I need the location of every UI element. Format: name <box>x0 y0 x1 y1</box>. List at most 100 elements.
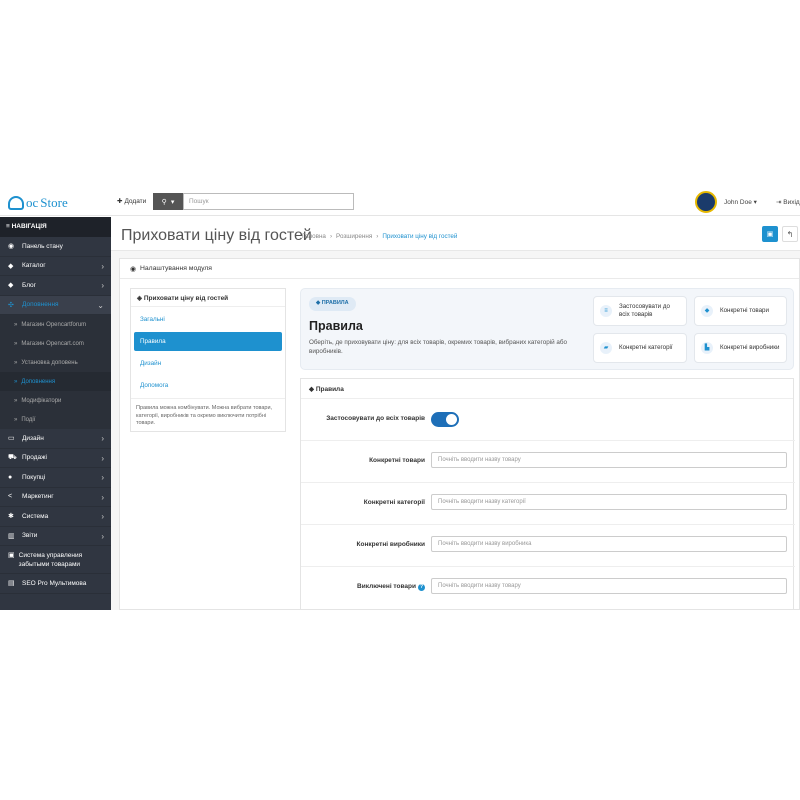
search-input[interactable]: Пошук <box>183 193 354 210</box>
back-button[interactable]: ↰ <box>782 226 798 242</box>
folder-icon: ▰ <box>600 342 612 354</box>
sidebar-item-forgotten-products[interactable]: ▣ Система управления забытыми товарами <box>0 546 111 574</box>
tag-icon: ◆ <box>8 282 14 290</box>
bar-chart-icon: ▥ <box>8 532 15 540</box>
page-title: Приховати ціну від гостей <box>121 227 312 244</box>
chevron-down-icon: ⌄ <box>97 300 104 310</box>
sidebar-item-extensions[interactable]: ✣ Доповнення ⌄ <box>0 295 111 315</box>
list-icon: ≡ <box>600 305 612 317</box>
sidebar-subitem-events[interactable]: » Події <box>0 410 111 429</box>
specific-categories-input[interactable]: Почніть вводити назву категорії <box>431 494 787 510</box>
breadcrumb-home[interactable]: Головна <box>302 233 326 240</box>
lock-icon: ▣ <box>8 552 15 559</box>
add-button[interactable]: ✚ Додати <box>117 197 147 206</box>
sidebar-item-customers[interactable]: ● Покупці › <box>0 468 111 488</box>
logout-link[interactable]: ⇥ Вихід <box>776 198 800 206</box>
nav-title: ≡ НАВІГАЦІЯ <box>0 217 111 237</box>
logout-label: Вихід <box>783 199 800 206</box>
plus-icon: ✚ <box>117 198 123 205</box>
chevron-right-icon: › <box>101 492 104 502</box>
tab-help[interactable]: Допомога <box>134 376 282 395</box>
breadcrumb: Головна › Розширення › Приховати ціну ві… <box>302 233 458 240</box>
chevron-right-icon: › <box>101 453 104 463</box>
eye-icon: ◉ <box>130 265 136 273</box>
factory-icon: ▙ <box>701 342 713 354</box>
rules-hero: ◆ ПРАВИЛА Правила Оберіть, де приховуват… <box>300 288 794 370</box>
excluded-products-input[interactable]: Почніть вводити назву товару <box>431 578 787 594</box>
cog-icon: ✱ <box>8 513 14 521</box>
tag-icon: ◆ <box>8 262 14 270</box>
rules-note: Правила можна комбінувати. Можна вибрати… <box>131 398 285 434</box>
specific-manufacturers-input[interactable]: Почніть вводити назву виробника <box>431 536 787 552</box>
apply-all-toggle[interactable] <box>431 412 459 427</box>
breadcrumb-extensions[interactable]: Розширення <box>336 233 372 240</box>
search-type-dropdown[interactable]: ⚲ ▾ <box>153 193 183 210</box>
sidebar-item-reports[interactable]: ▥ Звіти › <box>0 527 111 546</box>
sidebar-item-sales[interactable]: ⛟ Продажі › <box>0 449 111 468</box>
file-icon: ▤ <box>8 580 15 588</box>
apply-all-label: Застосовувати до всіх товарів <box>326 415 425 422</box>
chevron-right-icon: › <box>101 531 104 541</box>
cart-logo-icon <box>8 196 24 210</box>
sidebar: ≡ НАВІГАЦІЯ ◉ Панель стану ◆ Каталог › ◆ Бло… <box>0 217 111 610</box>
eye-slash-icon: ◈ <box>137 295 142 302</box>
chevron-right-icon: › <box>101 473 104 482</box>
sidebar-subitem-opencartforum[interactable]: » Магазин Opencartforum <box>0 315 111 334</box>
sidebar-subitem-opencart-com[interactable]: » Магазин Opencart.com <box>0 334 111 353</box>
row-excluded-products: Виключені товари? Почніть вводити назву … <box>301 567 795 609</box>
module-tabs: ◈ Приховати ціну від гостей Загальні Пра… <box>130 288 286 432</box>
puzzle-icon: ✣ <box>8 301 14 309</box>
sidebar-subitem-modifications[interactable]: » Модифікатори <box>0 391 111 410</box>
logo-store-text: Store <box>40 195 68 210</box>
card-specific-categories[interactable]: ▰ Конкретні категорії <box>593 333 687 363</box>
sidebar-item-dashboard[interactable]: ◉ Панель стану <box>0 237 111 257</box>
sidebar-item-seo-pro[interactable]: ▤ SEO Pro Мультимова <box>0 574 111 594</box>
card-specific-products[interactable]: ◆ Конкретні товари <box>694 296 787 326</box>
rules-badge: ◆ ПРАВИЛА <box>309 297 356 311</box>
cube-icon: ◆ <box>309 386 314 393</box>
user-icon: ● <box>8 473 13 481</box>
top-header: oc Store ✚ Додати ⚲ ▾ Пошук John Doe ▾ ⇥… <box>0 188 800 216</box>
help-icon[interactable]: ? <box>418 584 425 591</box>
app-window: oc Store ✚ Додати ⚲ ▾ Пошук John Doe ▾ ⇥… <box>0 188 800 610</box>
user-menu[interactable]: John Doe ▾ <box>724 198 757 206</box>
hero-description: Оберіть, де приховувати ціну: для всіх т… <box>309 339 567 355</box>
row-specific-products: Конкретні товари Почніть вводити назву т… <box>301 441 795 483</box>
panel-heading: ◉ Налаштування модуля <box>120 259 799 279</box>
chevron-right-icon: › <box>101 261 104 271</box>
sidebar-subitem-installer[interactable]: » Установка доповень <box>0 353 111 372</box>
tab-rules[interactable]: Правила <box>134 332 282 351</box>
caret-down-icon: ▾ <box>170 198 175 206</box>
reply-icon: ↰ <box>786 229 794 239</box>
specific-categories-label: Конкретні категорії <box>363 499 425 506</box>
cube-icon: ◆ <box>316 300 321 306</box>
row-apply-all: Застосовувати до всіх товарів <box>301 399 795 441</box>
add-button-label: Додати <box>124 197 147 205</box>
sidebar-item-system[interactable]: ✱ Система › <box>0 507 111 527</box>
specific-products-label: Конкретні товари <box>369 457 425 464</box>
tab-design[interactable]: Дизайн <box>134 354 282 373</box>
search-icon: ⚲ <box>161 198 167 206</box>
specific-products-input[interactable]: Почніть вводити назву товару <box>431 452 787 468</box>
card-specific-manufacturers[interactable]: ▙ Конкретні виробники <box>694 333 787 363</box>
logo[interactable]: oc Store <box>8 194 68 212</box>
rules-form: ◆ Правила Застосовувати до всіх товарів … <box>300 378 795 610</box>
card-apply-all[interactable]: ≡ Застосовувати до всіх товарів <box>593 296 687 326</box>
cart-icon: ⛟ <box>8 454 17 462</box>
save-button[interactable]: ▣ <box>762 226 778 242</box>
tab-general[interactable]: Загальні <box>134 310 282 329</box>
sidebar-item-design[interactable]: ▭ Дизайн › <box>0 429 111 449</box>
breadcrumb-current[interactable]: Приховати ціну від гостей <box>382 233 457 240</box>
sidebar-item-blog[interactable]: ◆ Блог › <box>0 276 111 296</box>
row-specific-manufacturers: Конкретні виробники Почніть вводити назв… <box>301 525 795 567</box>
logo-oc-text: oc <box>26 195 39 210</box>
sidebar-subitem-extensions[interactable]: » Доповнення <box>0 372 111 391</box>
share-icon: < <box>8 493 13 501</box>
avatar[interactable] <box>695 191 717 213</box>
sidebar-item-marketing[interactable]: < Маркетинг › <box>0 488 111 507</box>
module-tabs-title: ◈ Приховати ціну від гостей <box>131 289 285 307</box>
excluded-products-label: Виключені товари? <box>357 583 425 591</box>
sidebar-item-catalog[interactable]: ◆ Каталог › <box>0 257 111 276</box>
row-specific-categories: Конкретні категорії Почніть вводити назв… <box>301 483 795 525</box>
specific-manufacturers-label: Конкретні виробники <box>356 541 425 548</box>
